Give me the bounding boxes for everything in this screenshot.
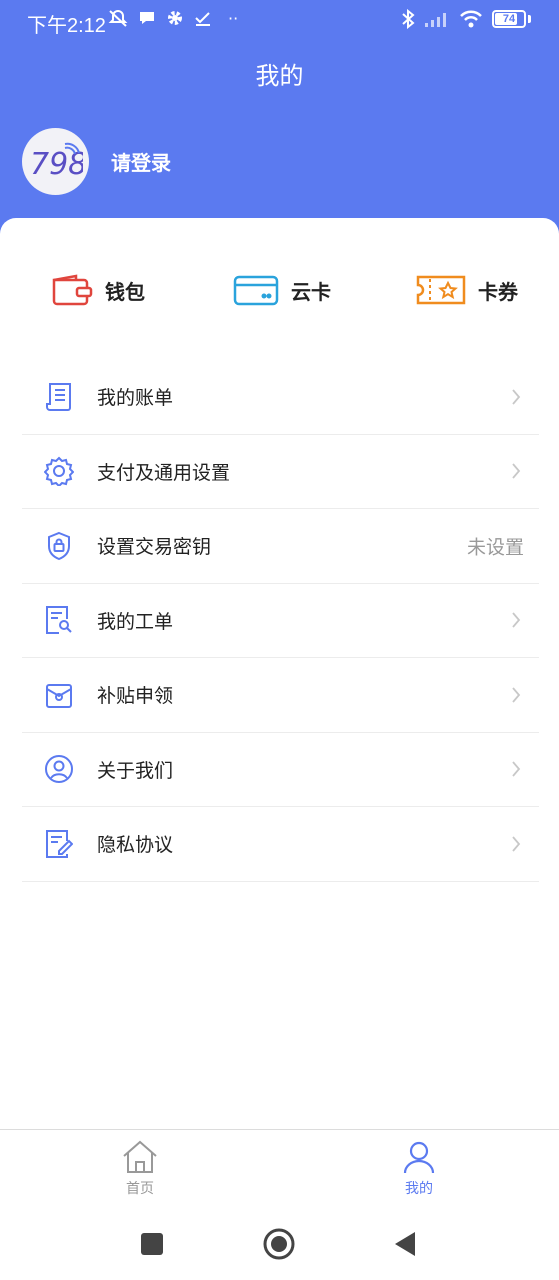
battery-icon: 74	[492, 10, 526, 28]
coupon-icon	[416, 275, 466, 305]
tab-home-label: 首页	[126, 1181, 154, 1197]
quick-cloud-card[interactable]: 云卡	[233, 270, 331, 310]
chevron-right-icon	[512, 463, 521, 479]
mute-icon	[108, 9, 128, 27]
privacy-doc-icon	[46, 829, 73, 858]
quick-actions: 钱包 云卡 卡券	[0, 270, 559, 310]
system-nav-bar	[0, 1208, 559, 1280]
menu-label: 隐私协议	[97, 834, 174, 857]
bluetooth-icon	[402, 9, 415, 29]
chevron-right-icon	[512, 389, 521, 405]
signal-icon	[425, 13, 446, 27]
logo-icon: 798	[30, 142, 83, 182]
back-triangle-icon	[395, 1232, 415, 1256]
status-bar: 下午2:12 ·· 74	[0, 0, 559, 42]
home-button[interactable]	[263, 1228, 295, 1264]
subsidy-icon	[46, 683, 72, 708]
quick-wallet[interactable]: 钱包	[51, 270, 145, 310]
chevron-right-icon	[512, 612, 521, 628]
menu-label: 设置交易密钥	[97, 536, 212, 559]
wifi-icon	[460, 10, 482, 28]
tab-mine-label: 我的	[405, 1181, 433, 1197]
chevron-right-icon	[512, 761, 521, 777]
menu-item-privacy[interactable]: 隐私协议	[22, 807, 539, 882]
user-icon	[403, 1141, 435, 1174]
menu-item-trade-key[interactable]: 设置交易密钥 未设置	[22, 509, 539, 584]
back-button[interactable]	[393, 1230, 417, 1262]
chevron-right-icon	[512, 687, 521, 703]
menu-label: 支付及通用设置	[97, 461, 231, 484]
menu-item-settings[interactable]: 支付及通用设置	[22, 435, 539, 509]
page-title: 我的	[255, 62, 304, 90]
shield-lock-icon	[48, 531, 70, 560]
avatar[interactable]: 798	[22, 128, 89, 195]
card-icon	[233, 275, 279, 306]
tab-bar: 首页 我的	[0, 1129, 559, 1208]
quick-coupon-label: 卡券	[478, 279, 518, 304]
quick-cloud-card-label: 云卡	[291, 279, 331, 304]
circle-icon	[263, 1228, 295, 1260]
menu-label: 我的账单	[97, 387, 174, 410]
wallet-icon	[52, 274, 93, 306]
trade-key-status: 未设置	[466, 536, 524, 559]
battery-level: 74	[502, 13, 516, 25]
check-icon	[195, 12, 210, 26]
square-icon	[141, 1233, 163, 1255]
menu-item-subsidy[interactable]: 补贴申领	[22, 658, 539, 733]
gear-icon	[168, 11, 182, 25]
menu-label: 补贴申领	[97, 685, 174, 708]
menu-list: 我的账单 支付及通用设置 设置交易密钥 未设置 我的工单 补贴申领 关于我们 隐…	[22, 360, 539, 882]
status-time: 下午2:12	[27, 15, 106, 37]
menu-item-work-order[interactable]: 我的工单	[22, 584, 539, 658]
tab-mine[interactable]: 我的	[379, 1140, 459, 1198]
quick-wallet-label: 钱包	[105, 279, 145, 304]
bill-icon	[46, 382, 71, 411]
main-card: 钱包 云卡 卡券 我的账单 支付及通用设置 设置交易密钥 未设置 我的工单 补贴…	[0, 218, 559, 1130]
menu-item-bills[interactable]: 我的账单	[22, 360, 539, 435]
gear-icon	[44, 456, 74, 487]
menu-label: 关于我们	[97, 759, 174, 782]
user-circle-icon	[45, 755, 73, 784]
tab-home[interactable]: 首页	[100, 1140, 180, 1198]
chevron-right-icon	[512, 836, 521, 852]
quick-coupon[interactable]: 卡券	[416, 270, 518, 310]
menu-item-about[interactable]: 关于我们	[22, 733, 539, 807]
home-icon	[123, 1140, 157, 1173]
login-prompt[interactable]: 请登录	[111, 147, 171, 176]
more-dots-icon: ··	[228, 8, 239, 28]
menu-label: 我的工单	[97, 610, 174, 633]
work-order-icon	[46, 606, 72, 635]
chat-icon	[140, 12, 154, 24]
recents-button[interactable]	[140, 1232, 164, 1260]
